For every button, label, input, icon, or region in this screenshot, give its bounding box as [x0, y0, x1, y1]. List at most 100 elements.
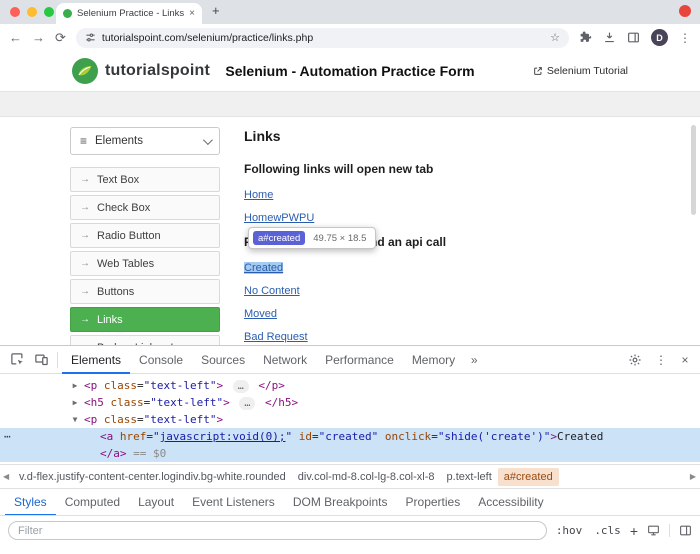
tutorial-link-label: Selenium Tutorial	[547, 65, 628, 77]
extensions-icon[interactable]	[579, 31, 592, 44]
dom-node-line[interactable]: ▶<h5 class="text-left"> … </h5>	[0, 394, 700, 411]
devtools-tab-memory[interactable]: Memory	[403, 346, 464, 374]
site-logo[interactable]: tutorialspoint	[72, 58, 210, 84]
code-token-attr: href	[113, 430, 146, 443]
devtools-tab-elements[interactable]: Elements	[62, 346, 130, 374]
dom-node-line[interactable]: </a> == $0	[0, 445, 700, 462]
devtools-settings-icon[interactable]	[623, 348, 647, 372]
styles-filter-input[interactable]	[8, 521, 547, 540]
crumb-scroll-left-icon[interactable]: ◀	[3, 472, 9, 481]
page-link-no-content[interactable]: No Content	[244, 285, 300, 297]
styles-tab-event-listeners[interactable]: Event Listeners	[183, 489, 284, 516]
sidebar-item-label: Text Box	[97, 174, 139, 186]
sidebar-item-text-box[interactable]: →Text Box	[70, 167, 220, 192]
page-link-created[interactable]: Created	[244, 262, 283, 274]
elements-dropdown[interactable]: ≡ Elements	[70, 127, 220, 155]
arrow-icon: →	[80, 314, 90, 325]
more-tabs-icon[interactable]: »	[464, 353, 484, 367]
page-scrollbar[interactable]	[691, 125, 696, 215]
breadcrumb-v-d-flex-justify-content-center-logindiv-bg-white-rounded[interactable]: v.d-flex.justify-content-center.logindiv…	[13, 468, 292, 486]
code-token-attr: class	[104, 396, 144, 409]
hamburger-icon: ≡	[80, 134, 87, 148]
code-token-tag: >	[216, 413, 223, 426]
breadcrumb-a-created[interactable]: a#created	[498, 468, 559, 486]
code-token-chip: …	[239, 397, 255, 410]
styles-tab-dom-breakpoints[interactable]: DOM Breakpoints	[284, 489, 397, 516]
dom-tree: ▶<p class="text-left"> … </p>▶<h5 class=…	[0, 374, 700, 464]
section-title-new-tab: Following links will open new tab	[244, 162, 630, 176]
styles-tab-computed[interactable]: Computed	[56, 489, 129, 516]
toggle-cls[interactable]: .cls	[594, 524, 621, 537]
page-link-bad-request[interactable]: Bad Request	[244, 331, 308, 343]
forward-button[interactable]: →	[32, 31, 45, 45]
crumb-scroll-right-icon[interactable]: ▶	[690, 472, 696, 481]
devtools-tab-sources[interactable]: Sources	[192, 346, 254, 374]
styles-tab-accessibility[interactable]: Accessibility	[469, 489, 552, 516]
sidebar-item-label: Check Box	[97, 202, 150, 214]
expand-arrow-icon[interactable]: ▶	[69, 377, 81, 394]
sidebar-item-label: Radio Button	[97, 230, 161, 242]
profile-badge-icon[interactable]	[679, 5, 691, 17]
code-token-chip: …	[233, 380, 249, 393]
site-settings-icon[interactable]	[85, 32, 96, 43]
divider	[57, 352, 58, 368]
rendering-emulation-icon[interactable]	[647, 524, 660, 537]
devtools-menu-icon[interactable]: ⋮	[651, 353, 671, 367]
toggle-sidebar-icon[interactable]	[669, 524, 692, 537]
styles-tab-styles[interactable]: Styles	[5, 489, 56, 516]
url-text[interactable]: tutorialspoint.com/selenium/practice/lin…	[102, 32, 544, 44]
selenium-tutorial-link[interactable]: Selenium Tutorial	[533, 65, 628, 77]
side-panel-icon[interactable]	[627, 31, 640, 44]
dom-node-line[interactable]: ⋯<a href="javascript:void(0);" id="creat…	[0, 428, 700, 445]
tab-close-icon[interactable]: ×	[189, 8, 195, 19]
expand-arrow-icon[interactable]: ▶	[69, 394, 81, 411]
sidebar-item-broken-links-image[interactable]: →Broken Links - Image	[70, 335, 220, 345]
maximize-window-button[interactable]	[44, 7, 54, 17]
close-window-button[interactable]	[10, 7, 20, 17]
url-bar[interactable]: tutorialspoint.com/selenium/practice/lin…	[76, 28, 569, 48]
sidebar-item-links[interactable]: →Links	[70, 307, 220, 332]
reload-button[interactable]: ⟳	[55, 31, 66, 45]
code-token-punct: =	[312, 430, 319, 443]
window-controls	[10, 7, 54, 17]
breadcrumb-div-col-md-8-col-lg-8-col-xl-8[interactable]: div.col-md-8.col-lg-8.col-xl-8	[292, 468, 441, 486]
sidebar-item-radio-button[interactable]: →Radio Button	[70, 223, 220, 248]
breadcrumb-p-text-left[interactable]: p.text-left	[441, 468, 498, 486]
sidebar-item-web-tables[interactable]: →Web Tables	[70, 251, 220, 276]
new-tab-button[interactable]: +	[212, 4, 220, 18]
code-token-attr: class	[97, 413, 137, 426]
sidebar-item-check-box[interactable]: →Check Box	[70, 195, 220, 220]
devtools-tabbar: ElementsConsoleSourcesNetworkPerformance…	[0, 346, 700, 374]
browser-tab[interactable]: Selenium Practice - Links ×	[56, 3, 202, 24]
browser-menu-icon[interactable]: ⋮	[679, 31, 691, 45]
new-tab-links: Home HomewPWPU	[244, 189, 630, 224]
browser-window: Selenium Practice - Links × + ← → ⟳ tuto…	[0, 0, 700, 554]
code-token-text: Created	[557, 430, 603, 443]
dom-node-line[interactable]: ▶<p class="text-left"> … </p>	[0, 377, 700, 394]
new-style-rule-button[interactable]: +	[630, 524, 638, 538]
profile-avatar[interactable]: D	[651, 29, 668, 46]
page-link-moved[interactable]: Moved	[244, 308, 277, 320]
devtools-tab-network[interactable]: Network	[254, 346, 316, 374]
device-toolbar-icon[interactable]	[29, 348, 53, 372]
minimize-window-button[interactable]	[27, 7, 37, 17]
devtools-close-icon[interactable]: ×	[675, 353, 695, 367]
collapse-arrow-icon[interactable]: ▼	[69, 411, 81, 428]
devtools-tab-performance[interactable]: Performance	[316, 346, 403, 374]
bookmark-star-icon[interactable]: ☆	[550, 31, 560, 44]
dom-node-line[interactable]: ▼<p class="text-left">	[0, 411, 700, 428]
page-link-home[interactable]: Home	[244, 189, 273, 201]
code-token-val: "created"	[319, 430, 379, 443]
sidebar-item-buttons[interactable]: →Buttons	[70, 279, 220, 304]
back-button[interactable]: ←	[9, 31, 22, 45]
page-link-homewpwpu[interactable]: HomewPWPU	[244, 212, 314, 224]
styles-tab-layout[interactable]: Layout	[129, 489, 183, 516]
site-header: tutorialspoint Selenium - Automation Pra…	[0, 51, 700, 91]
toggle-hov[interactable]: :hov	[556, 524, 583, 537]
page-title: Selenium - Automation Practice Form	[225, 63, 474, 79]
node-more-actions-icon[interactable]: ⋯	[4, 428, 12, 445]
devtools-tab-console[interactable]: Console	[130, 346, 192, 374]
inspect-element-icon[interactable]	[5, 348, 29, 372]
styles-tab-properties[interactable]: Properties	[397, 489, 470, 516]
download-icon[interactable]	[603, 31, 616, 44]
